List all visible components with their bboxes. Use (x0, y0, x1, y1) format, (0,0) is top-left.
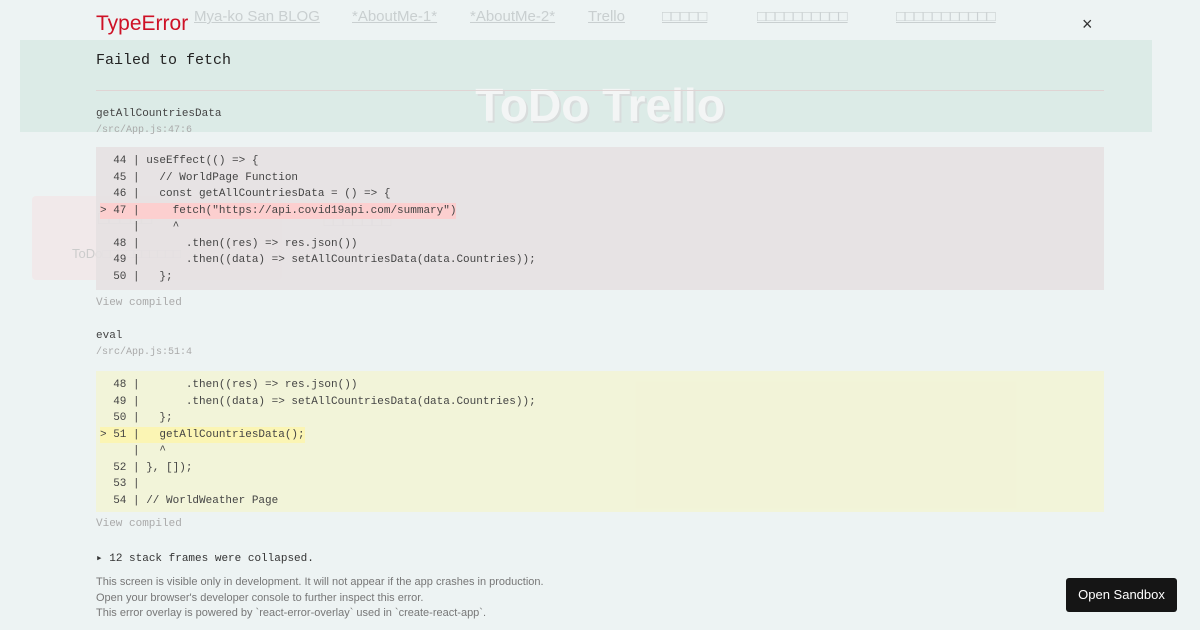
footer-notes: This screen is visible only in developme… (96, 575, 544, 622)
code-line-text: 53 | (100, 478, 140, 490)
code-line-text: 48 | .then((res) => res.json()) (100, 379, 358, 391)
view-compiled-link[interactable]: View compiled (96, 518, 182, 530)
code-line: 45 | // WorldPage Function (96, 170, 1104, 187)
code-line-text: | ^ (100, 221, 180, 233)
code-line-text: 44 | useEffect(() => { (100, 155, 259, 167)
code-line-text: 49 | .then((data) => setAllCountriesData… (100, 395, 536, 408)
code-frame: 48 | .then((res) => res.json()) 49 | .th… (96, 371, 1104, 512)
code-line-text: 50 | }; (100, 270, 173, 283)
code-line: 48 | .then((res) => res.json()) (96, 236, 1104, 253)
code-line-text: 45 | // WorldPage Function (100, 171, 299, 184)
code-line-text: > 51 | getAllCountriesData(); (100, 426, 305, 443)
frame-function: getAllCountriesData (96, 108, 222, 120)
code-line-text: 54 | // WorldWeather Page (100, 494, 279, 507)
frame-location[interactable]: /src/App.js:51:4 (96, 347, 192, 358)
code-line-text: 46 | const getAllCountriesData = () => { (100, 188, 391, 200)
code-line-text: 52 | }, []); (100, 461, 193, 474)
footer-line: Open your browser's developer console to… (96, 591, 424, 604)
divider (96, 90, 1104, 91)
code-line: > 51 | getAllCountriesData(); (96, 426, 1104, 443)
error-overlay: TypeError × Failed to fetch getAllCountr… (0, 0, 1200, 630)
open-sandbox-button[interactable]: Open Sandbox (1066, 578, 1177, 612)
code-line: 54 | // WorldWeather Page (96, 493, 1104, 510)
footer-line: This screen is visible only in developme… (96, 576, 544, 588)
code-frame: 44 | useEffect(() => { 45 | // WorldPage… (96, 147, 1104, 290)
code-line: 49 | .then((data) => setAllCountriesData… (96, 394, 1104, 411)
code-line: | ^ (96, 219, 1104, 236)
code-line: | ^ (96, 443, 1104, 460)
frame-function: eval (96, 330, 123, 342)
error-message: Failed to fetch (96, 52, 232, 69)
code-line-text: > 47 | fetch("https://api.covid19api.com… (100, 202, 457, 219)
code-line: 53 | (96, 476, 1104, 493)
code-line: > 47 | fetch("https://api.covid19api.com… (96, 202, 1104, 219)
error-type: TypeError (96, 12, 189, 35)
code-line-text: | ^ (100, 445, 167, 457)
collapsed-frames-toggle[interactable]: ▸ 12 stack frames were collapsed. (96, 551, 314, 565)
footer-line: This error overlay is powered by `react-… (96, 607, 487, 619)
close-icon[interactable]: × (1082, 14, 1093, 35)
code-line: 50 | }; (96, 410, 1104, 427)
code-line-text: 50 | }; (100, 412, 173, 424)
code-line: 52 | }, []); (96, 460, 1104, 477)
code-line: 50 | }; (96, 269, 1104, 286)
view-compiled-link[interactable]: View compiled (96, 297, 182, 309)
code-line: 46 | const getAllCountriesData = () => { (96, 186, 1104, 203)
code-line: 49 | .then((data) => setAllCountriesData… (96, 252, 1104, 269)
code-line: 44 | useEffect(() => { (96, 153, 1104, 170)
frame-location[interactable]: /src/App.js:47:6 (96, 125, 192, 136)
code-line-text: 49 | .then((data) => setAllCountriesData… (100, 254, 536, 266)
code-line-text: 48 | .then((res) => res.json()) (100, 237, 358, 250)
code-line: 48 | .then((res) => res.json()) (96, 377, 1104, 394)
